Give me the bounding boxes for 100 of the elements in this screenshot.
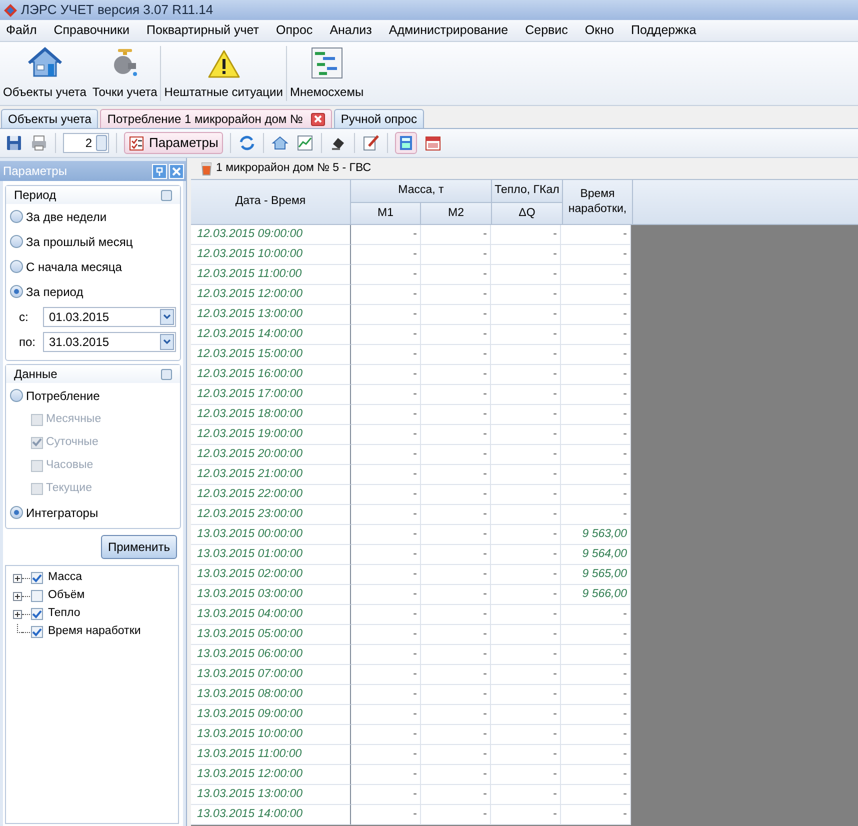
column-group-header: Масса, т bbox=[351, 180, 491, 203]
table-cell: - bbox=[561, 245, 631, 265]
radio-button[interactable] bbox=[10, 235, 23, 248]
date-label: по: bbox=[19, 334, 37, 350]
tree-item[interactable]: Объём bbox=[48, 587, 85, 605]
checkbox[interactable] bbox=[31, 590, 43, 602]
menu-item[interactable]: Поквартирный учет bbox=[146, 21, 260, 40]
table-cell: - bbox=[561, 285, 631, 305]
table-cell: - bbox=[491, 545, 561, 565]
number-spinner[interactable]: 2 bbox=[63, 133, 109, 153]
date-cell: 13.03.2015 00:00:00 bbox=[191, 525, 351, 545]
date-cell: 12.03.2015 16:00:00 bbox=[191, 365, 351, 385]
cup-icon bbox=[201, 162, 212, 176]
radio-button[interactable] bbox=[10, 210, 23, 223]
tree-item[interactable]: Масса bbox=[48, 569, 82, 587]
diagram-icon bbox=[310, 47, 343, 79]
table-cell: - bbox=[421, 385, 491, 405]
date-label: с: bbox=[19, 308, 30, 326]
tab[interactable]: Потребление 1 микрорайон дом № bbox=[100, 109, 332, 128]
tree-item[interactable]: Тепло bbox=[48, 605, 80, 623]
table-cell: - bbox=[561, 785, 631, 805]
tab[interactable]: Ручной опрос bbox=[334, 109, 424, 128]
menu-item[interactable]: Сервис bbox=[525, 21, 568, 40]
table-cell: - bbox=[421, 485, 491, 505]
table-cell: - bbox=[561, 705, 631, 725]
date-cell: 12.03.2015 13:00:00 bbox=[191, 305, 351, 325]
date-field[interactable]: 01.03.2015 bbox=[43, 306, 176, 326]
date-cell: 13.03.2015 02:00:00 bbox=[191, 565, 351, 585]
expand-icon[interactable] bbox=[13, 610, 22, 618]
date-cell: 12.03.2015 10:00:00 bbox=[191, 245, 351, 265]
date-cell: 12.03.2015 09:00:00 bbox=[191, 225, 351, 245]
table-cell: - bbox=[351, 225, 421, 245]
table-cell: - bbox=[421, 325, 491, 345]
table-cell: - bbox=[491, 805, 561, 825]
table-cell: 9 565,00 bbox=[561, 565, 631, 585]
calendar-icon[interactable] bbox=[424, 134, 442, 152]
table-cell: - bbox=[491, 785, 561, 805]
table-cell: - bbox=[421, 625, 491, 645]
ribbon-button[interactable]: Мнемосхемы bbox=[286, 42, 367, 105]
table-cell: - bbox=[561, 605, 631, 625]
checkbox[interactable] bbox=[31, 626, 43, 638]
expand-icon[interactable] bbox=[13, 574, 22, 582]
table-cell: - bbox=[561, 365, 631, 385]
chart-icon[interactable] bbox=[296, 134, 314, 152]
printer-icon[interactable] bbox=[30, 134, 48, 152]
house-icon[interactable] bbox=[271, 134, 290, 152]
table-cell: - bbox=[421, 505, 491, 525]
refresh-icon[interactable] bbox=[238, 134, 256, 152]
date-cell: 12.03.2015 20:00:00 bbox=[191, 445, 351, 465]
table-cell: - bbox=[421, 425, 491, 445]
radio-button[interactable] bbox=[10, 285, 23, 298]
tree-item[interactable]: Время наработки bbox=[48, 623, 141, 641]
checkbox[interactable] bbox=[31, 608, 43, 620]
table-cell: - bbox=[421, 705, 491, 725]
menu-item[interactable]: Окно bbox=[584, 21, 614, 40]
table-cell: - bbox=[351, 365, 421, 385]
table-cell: - bbox=[561, 505, 631, 525]
radio-button[interactable] bbox=[10, 260, 23, 273]
date-cell: 12.03.2015 18:00:00 bbox=[191, 405, 351, 425]
table-cell: - bbox=[491, 425, 561, 445]
table-cell: - bbox=[351, 485, 421, 505]
date-cell: 12.03.2015 17:00:00 bbox=[191, 385, 351, 405]
table-cell: - bbox=[351, 405, 421, 425]
expand-icon[interactable] bbox=[13, 592, 22, 600]
date-cell: 13.03.2015 06:00:00 bbox=[191, 645, 351, 665]
radio-button[interactable] bbox=[10, 506, 23, 519]
menu-item[interactable]: Файл bbox=[6, 21, 37, 40]
close-icon[interactable] bbox=[310, 112, 325, 126]
table-cell: - bbox=[561, 465, 631, 485]
dropdown-icon[interactable] bbox=[160, 334, 174, 350]
table-cell: - bbox=[421, 805, 491, 825]
menu-item[interactable]: Справочники bbox=[54, 21, 130, 40]
apply-button[interactable]: Применить bbox=[101, 535, 177, 559]
parameters-button[interactable]: Параметры bbox=[124, 132, 224, 154]
edit-icon[interactable] bbox=[362, 134, 380, 152]
collapse-icon[interactable] bbox=[161, 368, 172, 380]
panel-title: Параметры bbox=[3, 163, 67, 180]
table-cell: - bbox=[491, 285, 561, 305]
column-header: Дата - Время bbox=[191, 180, 351, 224]
collapse-icon[interactable] bbox=[161, 190, 172, 200]
table-cell: - bbox=[421, 265, 491, 285]
table-cell: - bbox=[421, 525, 491, 545]
menu-item[interactable]: Поддержка bbox=[630, 21, 696, 40]
date-field[interactable]: 31.03.2015 bbox=[43, 332, 176, 352]
save-icon[interactable] bbox=[5, 134, 23, 152]
calculator-icon[interactable] bbox=[395, 132, 418, 154]
ribbon-button[interactable]: Нештатные ситуации bbox=[161, 42, 286, 105]
radio-button[interactable] bbox=[10, 389, 23, 402]
pin-icon[interactable] bbox=[152, 164, 167, 178]
checkbox[interactable] bbox=[31, 572, 43, 584]
menu-item[interactable]: Администрирование bbox=[388, 21, 508, 40]
dropdown-icon[interactable] bbox=[160, 308, 174, 324]
table-cell: - bbox=[491, 685, 561, 705]
ribbon-button[interactable]: Объекты учета bbox=[0, 42, 90, 105]
column-header: M2 bbox=[421, 203, 491, 224]
tab[interactable]: Объекты учета bbox=[1, 109, 98, 128]
menu-item[interactable]: Анализ bbox=[330, 21, 372, 40]
ribbon-button[interactable]: Точки учета bbox=[89, 42, 160, 105]
date-cell: 13.03.2015 14:00:00 bbox=[191, 805, 351, 825]
menu-item[interactable]: Опрос bbox=[276, 21, 313, 40]
